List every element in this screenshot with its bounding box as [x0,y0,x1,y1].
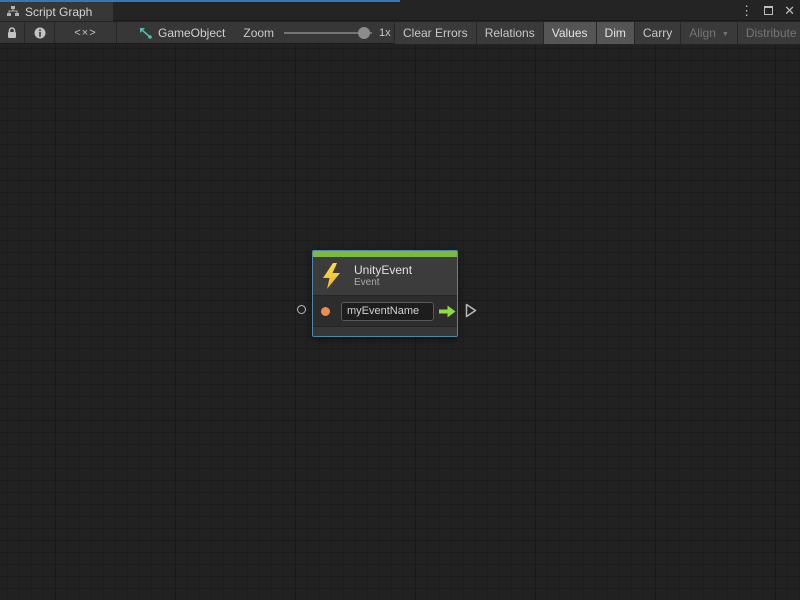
graph-target[interactable]: GameObject [139,22,225,43]
zoom-slider[interactable] [284,27,372,39]
trigger-port-dot[interactable] [321,307,330,316]
zoom-value: 1x [379,27,391,39]
close-button[interactable]: ✕ [784,4,795,17]
zoom-control: Zoom 1x [243,22,390,43]
event-name-input[interactable] [341,302,434,321]
maximize-button[interactable] [764,6,773,15]
menu-dots-icon[interactable]: ⋮ [740,4,753,17]
gameobject-graph-icon [139,27,152,39]
zoom-label: Zoom [243,26,274,40]
tab-script-graph[interactable]: Script Graph [0,2,113,21]
graph-hierarchy-icon [7,6,19,17]
gameobject-label: GameObject [158,26,225,40]
edit-source-button[interactable]: <×> [55,22,117,43]
node-title: UnityEvent [354,263,412,277]
lightning-bolt-icon [322,263,341,290]
script-graph-window: Script Graph ⋮ ✕ [0,0,800,600]
node-subtitle: Event [354,277,412,289]
output-port[interactable] [465,303,477,318]
graph-toolbar: <×> GameObject Zoom 1x Clear ErrorsRelat… [0,22,800,44]
lock-button[interactable] [0,22,25,43]
chevron-down-icon: ▼ [722,31,729,38]
graph-canvas[interactable]: UnityEvent Event [0,45,800,600]
node-header: UnityEvent Event [313,257,457,295]
toolbar-button-values[interactable]: Values [544,22,597,44]
node-body [313,295,457,326]
toolbar-button-carry[interactable]: Carry [635,22,681,44]
node-footer [313,326,457,336]
toolbar-button-distribute: Distribute▼ [738,22,800,44]
unity-event-node[interactable]: UnityEvent Event [312,250,458,337]
title-bar: Script Graph ⋮ ✕ [0,0,800,21]
toolbar-button-align: Align▼ [681,22,738,44]
tab-title: Script Graph [25,5,92,19]
zoom-slider-handle[interactable] [358,27,370,39]
info-button[interactable] [25,22,55,43]
lock-icon [7,27,17,39]
toolbar-button-relations[interactable]: Relations [477,22,544,44]
info-icon [34,27,46,39]
toolbar-button-clear-errors[interactable]: Clear Errors [395,22,477,44]
toolbar-buttons: Clear ErrorsRelationsValuesDimCarryAlign… [394,22,800,44]
maximize-icon [764,6,773,15]
input-port[interactable] [297,305,306,314]
toolbar-button-dim[interactable]: Dim [597,22,635,44]
flow-arrow-icon [439,305,456,318]
